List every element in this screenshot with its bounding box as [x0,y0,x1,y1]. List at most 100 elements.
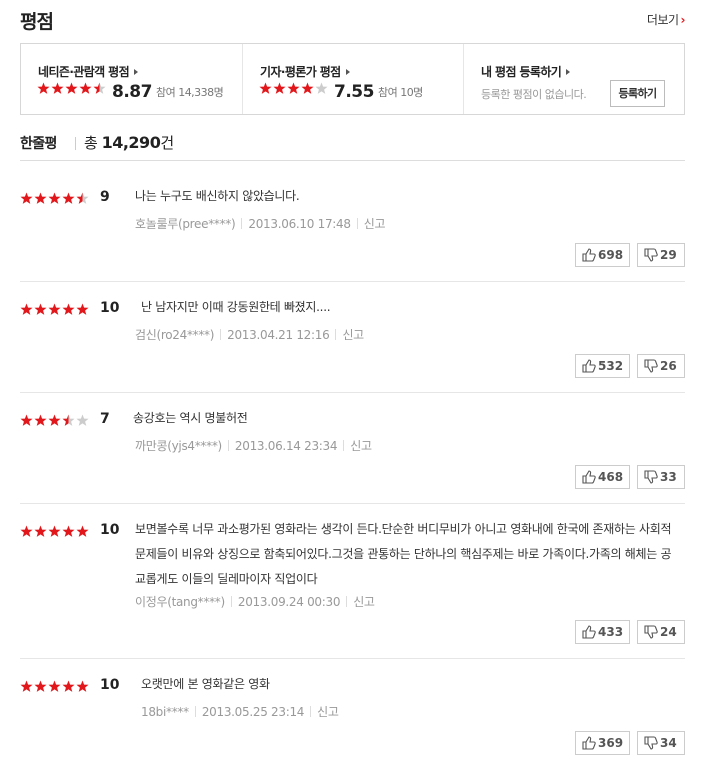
triangle-right-icon [566,69,571,75]
like-button[interactable]: 369 [575,731,630,755]
star-icon [51,82,64,94]
star-icon [20,192,33,204]
star-icon [48,680,61,692]
thumbs-down-icon [644,625,658,639]
participant-count: 참여 14,338명 [155,85,224,99]
comments-label: 한줄평 [20,136,57,152]
netizen-rating-link[interactable]: 네티즌·관람객 평점 [38,63,139,80]
dislike-count: 29 [660,248,677,262]
dislike-count: 26 [660,359,677,373]
like-button[interactable]: 468 [575,465,630,489]
divider [356,218,358,229]
review-author[interactable]: 까만콩(yjs4****) [135,439,222,453]
comments-total: 총 14,290건 [84,132,174,153]
review-author[interactable]: 이정우(tang****) [135,595,225,609]
like-count: 369 [598,736,624,750]
star-icon [301,82,314,94]
dislike-count: 34 [660,736,677,750]
review-author[interactable]: 18bi**** [141,705,189,719]
critic-rating-link[interactable]: 기자·평론가 평점 [260,63,350,80]
star-icon [34,192,47,204]
review-divider [20,658,685,659]
star-icon [287,82,300,94]
star-icon [273,82,286,94]
star-rating [20,303,90,322]
star-rating [37,82,107,101]
my-rating-label: 내 평점 등록하기 [481,65,562,79]
thumbs-down-icon [644,359,658,373]
like-count: 698 [598,248,624,262]
dislike-button[interactable]: 24 [637,620,685,644]
critic-rating-label: 기자·평론가 평점 [260,65,341,79]
review-author[interactable]: 검신(ro24****) [135,328,214,342]
star-icon [62,192,75,204]
review-date: 2013.06.10 17:48 [248,217,351,231]
report-link[interactable]: 신고 [364,217,386,231]
review-score: 10 [100,522,120,538]
star-icon [76,192,89,204]
star-icon [20,680,33,692]
divider [335,329,337,340]
report-link[interactable]: 신고 [350,439,372,453]
review-score: 9 [100,189,110,205]
report-link[interactable]: 신고 [353,595,375,609]
review-text: 보면볼수록 너무 과소평가된 영화라는 생각이 든다.단순한 버디무비가 아니고… [135,522,672,586]
dislike-button[interactable]: 34 [637,731,685,755]
like-button[interactable]: 698 [575,243,630,267]
star-icon [62,525,75,537]
thumbs-up-icon [582,470,596,484]
review-item: 10 보면볼수록 너무 과소평가된 영화라는 생각이 든다.단순한 버디무비가 … [20,521,685,621]
review-date: 2013.06.14 23:34 [234,439,338,453]
report-link[interactable]: 신고 [342,328,364,342]
review-divider [20,281,685,282]
review-text: 난 남자지만 이때 강동원한테 빠졌지.... [141,300,331,314]
dislike-button[interactable]: 33 [637,465,685,489]
critic-rating: 기자·평론가 평점 7.55 참여 10명 [242,44,463,114]
divider [194,706,196,717]
rating-summary-box: 네티즌·관람객 평점 8.87 참여 14,338명 기자·평론가 평점 7.55… [20,43,685,115]
thumbs-down-icon [644,736,658,750]
review-meta: 검신(ro24****) 2013.04.21 12:16 신고 [135,326,364,343]
star-icon [20,414,33,426]
star-rating [20,525,90,544]
dislike-button[interactable]: 26 [637,354,685,378]
star-icon [34,414,47,426]
star-icon [37,82,50,94]
netizen-rating-label: 네티즌·관람객 평점 [38,65,130,79]
triangle-right-icon [345,69,350,75]
thumbs-down-icon [644,470,658,484]
review-score: 10 [100,677,120,693]
review-meta: 18bi**** 2013.05.25 23:14 신고 [141,703,339,720]
comments-header: 한줄평 총 14,290건 [20,133,685,161]
my-rating-link[interactable]: 내 평점 등록하기 [481,63,571,80]
divider [220,329,222,340]
star-icon [76,680,89,692]
divider [227,440,229,451]
register-rating-button[interactable]: 등록하기 [610,80,665,107]
like-button[interactable]: 433 [575,620,630,644]
review-divider [20,503,685,504]
like-button[interactable]: 532 [575,354,630,378]
star-rating [20,680,90,699]
more-link[interactable]: 더보기 › [647,11,686,28]
section-header: 평점 더보기 › [20,7,686,33]
dislike-count: 24 [660,625,677,639]
star-rating [259,82,329,101]
dislike-count: 33 [660,470,677,484]
star-icon [62,680,75,692]
star-icon [76,525,89,537]
report-link[interactable]: 신고 [317,705,339,719]
star-icon [34,525,47,537]
review-score: 10 [100,300,120,316]
rating-score: 7.55 [334,81,374,102]
triangle-right-icon [134,69,139,75]
star-icon [315,82,328,94]
review-author[interactable]: 호놀룰루(pree****) [135,217,236,231]
divider [230,596,232,607]
total-count: 14,290 [101,133,161,152]
thumbs-up-icon [582,248,596,262]
dislike-button[interactable]: 29 [637,243,685,267]
star-icon [48,414,61,426]
star-icon [48,303,61,315]
star-icon [48,525,61,537]
